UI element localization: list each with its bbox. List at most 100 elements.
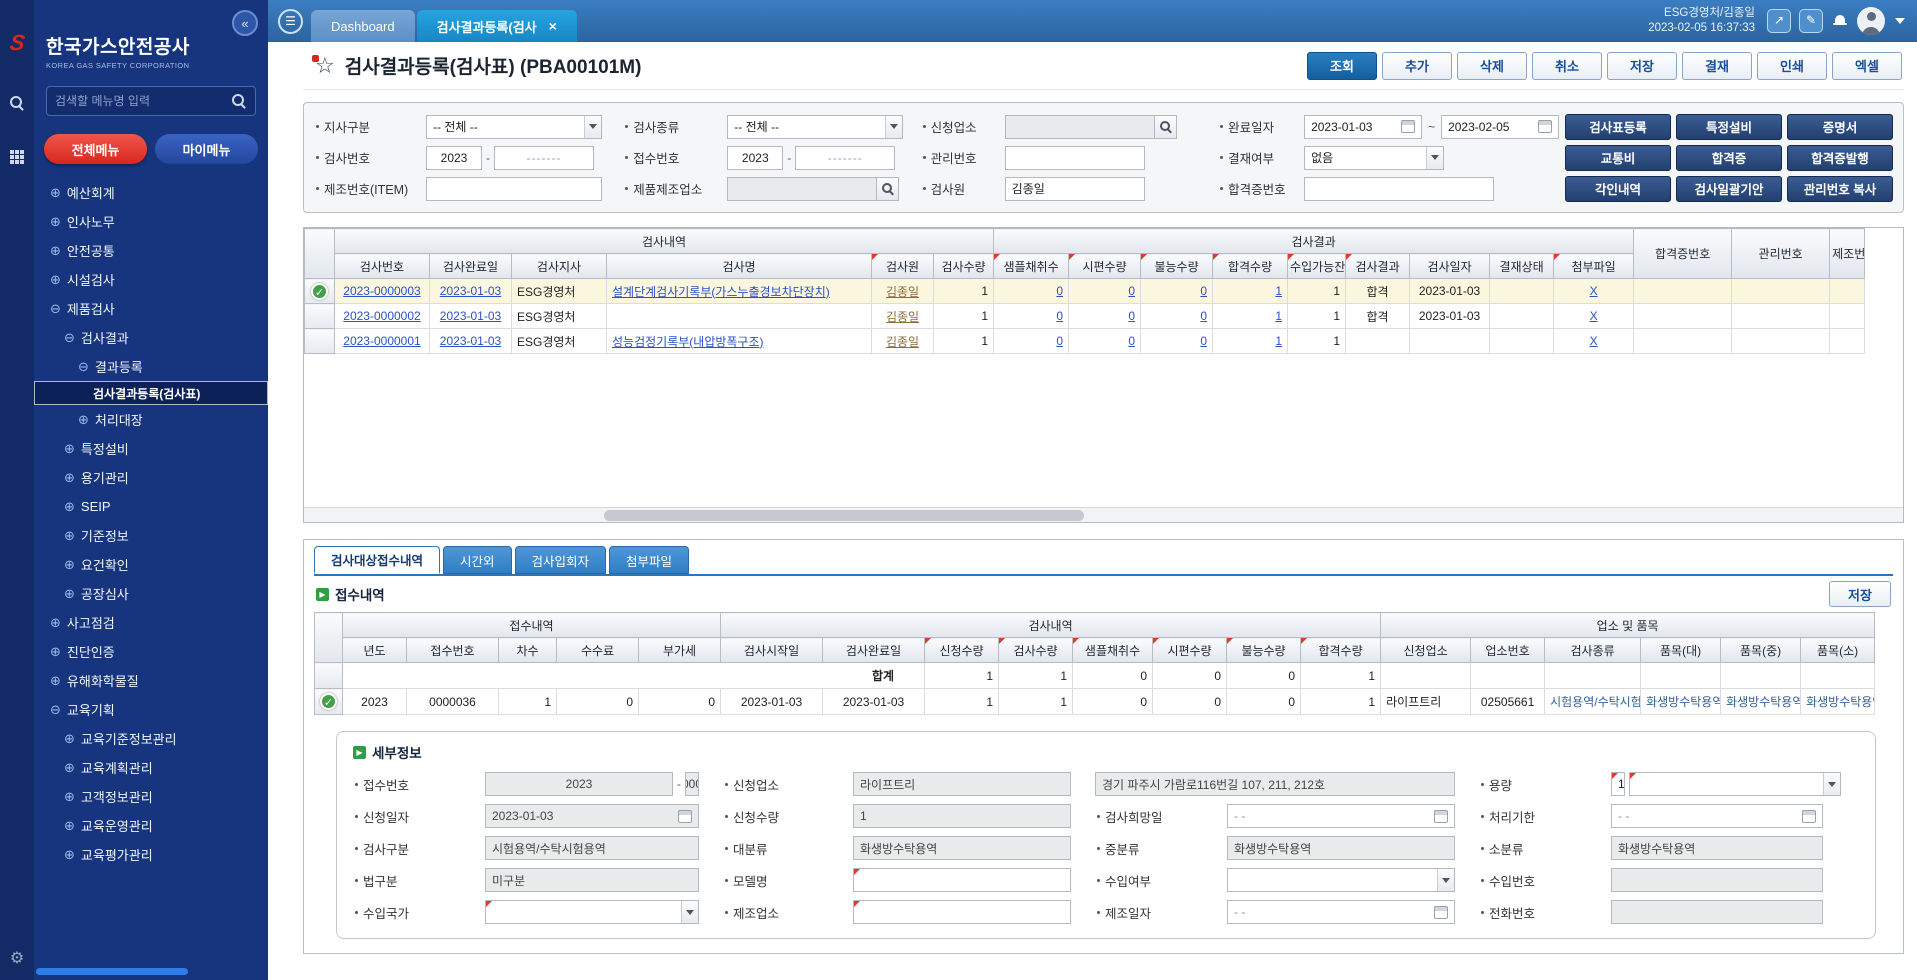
column-header[interactable]: 불능수량 bbox=[1141, 254, 1213, 279]
inspection-no-year-input[interactable]: 2023 bbox=[426, 146, 482, 170]
favorite-star-icon[interactable]: ☆ bbox=[315, 54, 335, 78]
cell-link[interactable]: 2023-01-03 bbox=[440, 309, 501, 323]
column-header[interactable]: 검사지사 bbox=[512, 254, 607, 279]
expand-icon[interactable]: ⊕ bbox=[50, 272, 61, 288]
save-button[interactable]: 저장 bbox=[1829, 581, 1891, 607]
column-header[interactable]: 검사일자 bbox=[1410, 254, 1490, 279]
cell-link[interactable]: 1 bbox=[1275, 334, 1282, 348]
horizontal-scrollbar[interactable] bbox=[304, 507, 1903, 522]
expand-icon[interactable]: ⊕ bbox=[50, 214, 61, 230]
cell-link[interactable]: 김종일 bbox=[886, 335, 919, 349]
column-header[interactable]: 합격수량 bbox=[1213, 254, 1288, 279]
expand-icon[interactable]: ⊕ bbox=[64, 441, 75, 457]
apply-biz-input[interactable] bbox=[1005, 115, 1155, 139]
table-row[interactable]: 2023-00000022023-01-03ESG경영처김종일100011합격2… bbox=[305, 304, 1865, 329]
expand-icon[interactable]: ⊕ bbox=[50, 185, 61, 201]
column-header[interactable]: 합격증번호 bbox=[1634, 229, 1732, 279]
receipt-no-seq-input[interactable]: ------- bbox=[795, 146, 895, 170]
sidebar-item[interactable]: ⊕안전공통 bbox=[34, 236, 268, 265]
action-button[interactable]: 저장 bbox=[1607, 52, 1677, 80]
cell-link[interactable]: 1 bbox=[1275, 284, 1282, 298]
sidebar-item[interactable]: ⊕사고점검 bbox=[34, 608, 268, 637]
capacity-input[interactable]: 1 bbox=[1611, 772, 1625, 796]
expand-icon[interactable]: ⊕ bbox=[64, 818, 75, 834]
collapse-icon[interactable]: ⊖ bbox=[64, 330, 75, 346]
expand-icon[interactable]: ⊕ bbox=[64, 731, 75, 747]
sidebar-item[interactable]: ⊕교육계획관리 bbox=[34, 753, 268, 782]
mgmt-no-input[interactable] bbox=[1005, 146, 1145, 170]
column-header[interactable]: 검사완료일 bbox=[430, 254, 512, 279]
product-maker-search-button[interactable] bbox=[877, 177, 899, 201]
row-selector[interactable] bbox=[315, 663, 343, 689]
column-header[interactable]: 수수료 bbox=[557, 638, 639, 663]
collapse-icon[interactable]: ⊖ bbox=[78, 359, 89, 375]
column-header[interactable]: 검사종류 bbox=[1545, 638, 1641, 663]
cell-link[interactable]: 2023-01-03 bbox=[440, 284, 501, 298]
table-row[interactable]: ✓2023-00000032023-01-03ESG경영처설계단계검사기록부(가… bbox=[305, 279, 1865, 304]
action-button[interactable]: 취소 bbox=[1532, 52, 1602, 80]
column-header[interactable]: 신청수량 bbox=[925, 638, 999, 663]
bottom-tab[interactable]: 첨부파일 bbox=[609, 546, 689, 574]
column-header[interactable]: 검사수량 bbox=[999, 638, 1073, 663]
quick-action-button[interactable]: 교통비 bbox=[1565, 145, 1671, 171]
action-button[interactable]: 추가 bbox=[1382, 52, 1452, 80]
open-new-window-icon[interactable]: ↗ bbox=[1767, 9, 1791, 33]
quick-action-button[interactable]: 관리번호 복사 bbox=[1787, 176, 1893, 202]
sidebar-item[interactable]: ⊕공장심사 bbox=[34, 579, 268, 608]
cell-link[interactable]: 성능검정기록부(내압방폭구조) bbox=[612, 335, 764, 349]
collapse-icon[interactable]: ⊖ bbox=[50, 702, 61, 718]
calendar-icon[interactable] bbox=[678, 810, 692, 823]
receipt-no-year-input[interactable]: 2023 bbox=[727, 146, 783, 170]
expand-icon[interactable]: ⊕ bbox=[64, 847, 75, 863]
expand-icon[interactable]: ⊕ bbox=[50, 615, 61, 631]
scrollbar-thumb[interactable] bbox=[604, 510, 1084, 521]
settings-gear-icon[interactable]: ⚙ bbox=[10, 948, 24, 968]
sidebar-item[interactable]: ⊕진단인증 bbox=[34, 637, 268, 666]
calendar-icon[interactable] bbox=[1538, 120, 1552, 133]
cell-link[interactable]: 2023-0000003 bbox=[343, 284, 420, 298]
column-header[interactable]: 부가세 bbox=[639, 638, 721, 663]
tab-close-icon[interactable]: × bbox=[549, 18, 557, 34]
select-all-header[interactable] bbox=[305, 229, 335, 279]
inspection-type-select[interactable]: -- 전체 -- bbox=[727, 115, 903, 139]
column-header[interactable]: 합격수량 bbox=[1301, 638, 1381, 663]
cell-link[interactable]: 0 bbox=[1056, 334, 1063, 348]
sidebar-item[interactable]: ⊕인사노무 bbox=[34, 207, 268, 236]
sidebar-item[interactable]: ⊖제품검사 bbox=[34, 294, 268, 323]
column-header[interactable]: 업소번호 bbox=[1471, 638, 1545, 663]
sidebar-item[interactable]: ⊕교육운영관리 bbox=[34, 811, 268, 840]
sidebar-item[interactable]: 검사결과등록(검사표) bbox=[34, 381, 268, 405]
sidebar-item[interactable]: ⊖교육기획 bbox=[34, 695, 268, 724]
model-input[interactable] bbox=[853, 868, 1071, 892]
product-maker-input[interactable] bbox=[727, 177, 877, 201]
expand-icon[interactable]: ⊕ bbox=[64, 499, 75, 515]
column-header[interactable]: 시편수량 bbox=[1069, 254, 1141, 279]
action-button[interactable]: 인쇄 bbox=[1757, 52, 1827, 80]
cell-link[interactable]: 0 bbox=[1128, 284, 1135, 298]
item-no-input[interactable] bbox=[426, 177, 602, 201]
branch-select[interactable]: -- 전체 -- bbox=[426, 115, 602, 139]
bottom-tab[interactable]: 검사대상접수내역 bbox=[314, 546, 440, 574]
column-header[interactable]: 검사명 bbox=[607, 254, 872, 279]
cell-link[interactable]: 0 bbox=[1200, 284, 1207, 298]
tab[interactable]: Dashboard bbox=[311, 10, 415, 42]
cell-link[interactable]: 0 bbox=[1128, 334, 1135, 348]
notification-bell-icon[interactable] bbox=[1833, 14, 1847, 28]
column-header[interactable]: 검사번호 bbox=[335, 254, 430, 279]
column-header[interactable]: 제조번호 bbox=[1830, 229, 1865, 279]
cell-link[interactable]: X bbox=[1590, 284, 1598, 298]
column-header[interactable]: 첨부파일 bbox=[1554, 254, 1634, 279]
expand-icon[interactable]: ⊕ bbox=[64, 470, 75, 486]
capacity-unit-select[interactable] bbox=[1629, 772, 1841, 796]
action-button[interactable]: 조회 bbox=[1307, 52, 1377, 80]
cell-link[interactable]: 김종일 bbox=[886, 285, 919, 299]
make-date-field[interactable]: - - bbox=[1227, 900, 1455, 924]
column-header[interactable]: 검사결과 bbox=[1346, 254, 1410, 279]
inspector-input[interactable]: 김종일 bbox=[1005, 177, 1145, 201]
complete-date-from-input[interactable]: 2023-01-03 bbox=[1304, 115, 1422, 139]
quick-action-button[interactable]: 검사일괄기안 bbox=[1676, 176, 1782, 202]
complete-date-to-input[interactable]: 2023-02-05 bbox=[1441, 115, 1559, 139]
sidebar-item[interactable]: ⊕예산회계 bbox=[34, 178, 268, 207]
inspection-no-seq-input[interactable]: ------- bbox=[494, 146, 594, 170]
calendar-icon[interactable] bbox=[1401, 120, 1415, 133]
